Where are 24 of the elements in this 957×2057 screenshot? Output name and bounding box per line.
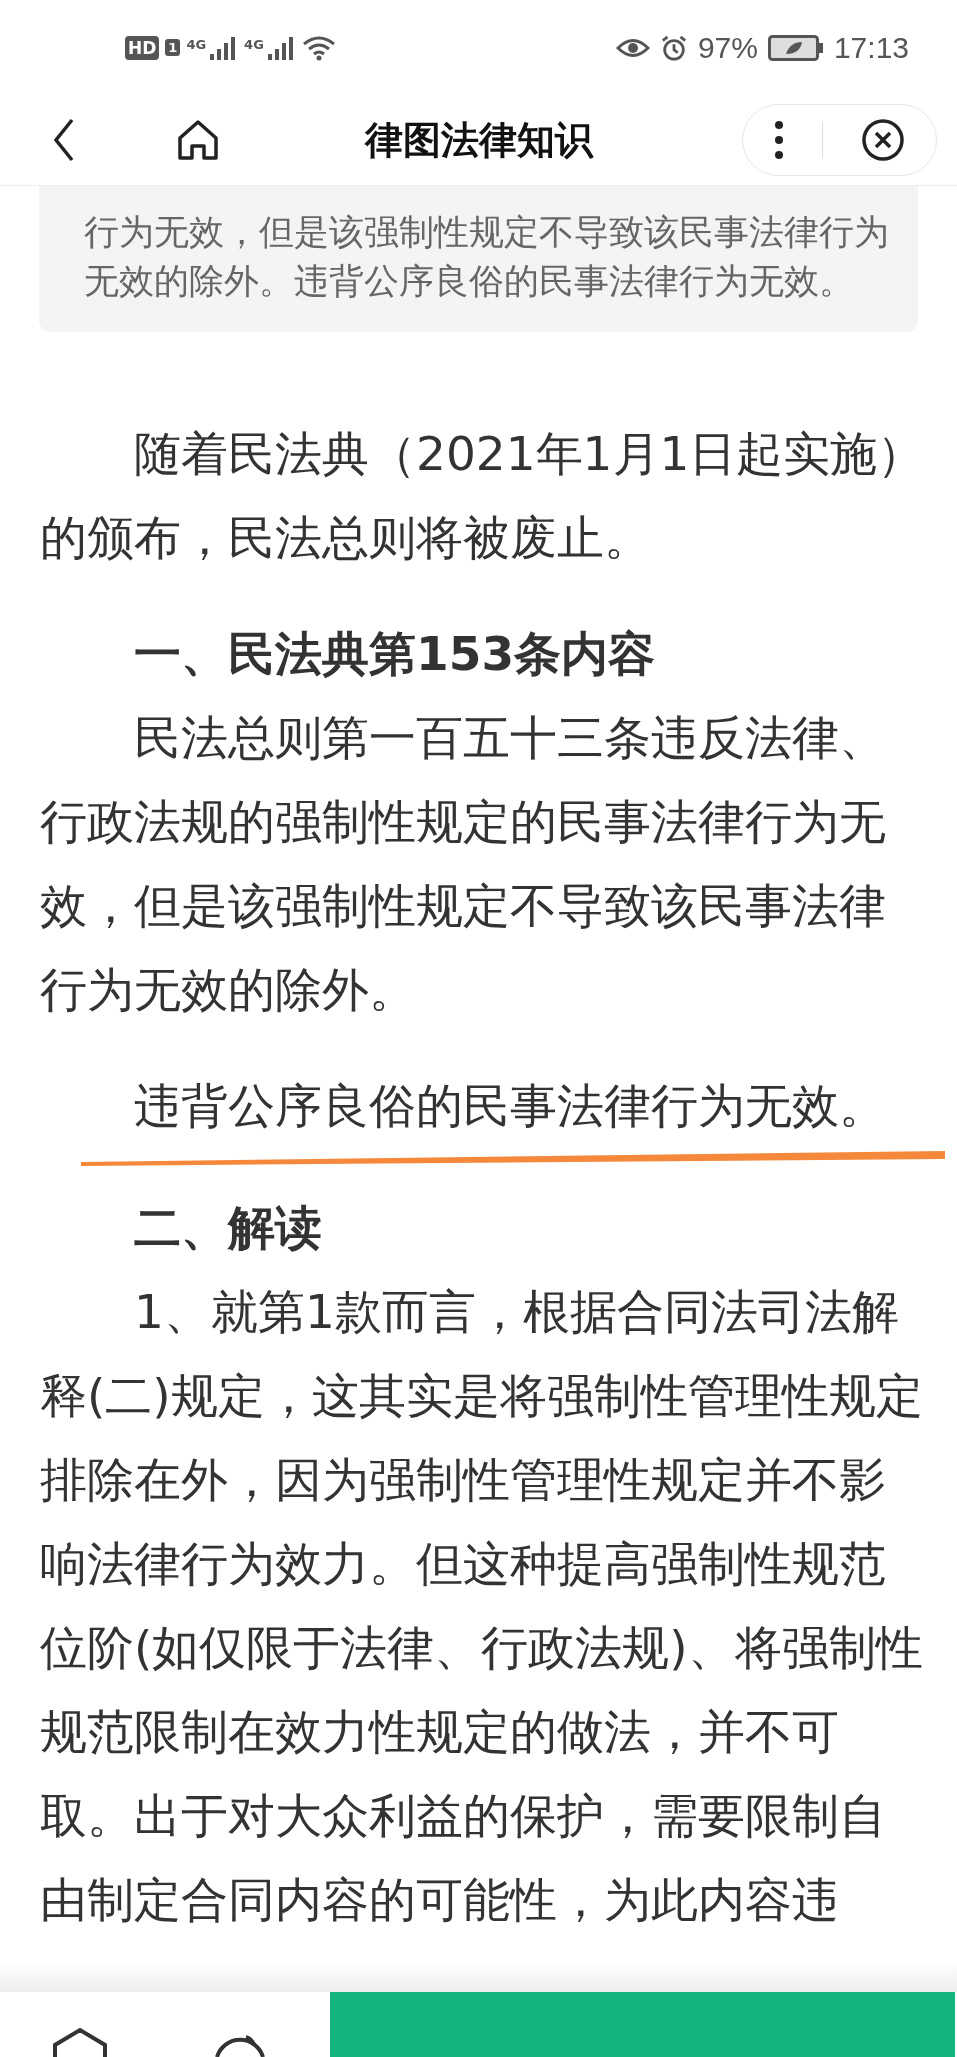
alarm-icon: [659, 33, 688, 62]
close-icon[interactable]: [861, 118, 905, 162]
home-icon[interactable]: [176, 118, 220, 162]
section-heading: 一、民法典第153条内容: [133, 625, 657, 683]
article-paragraph: 1、就第1款而言，根据合同法司法解释(二)规定，这其实是将强制性管理性规定排除在外，因为强制性管理性规定并不影响法律行为效力。但这种提高强制性规范位阶(如仅限于法律、行政法规)、将强制性规范限制在效力性规定的做法，并不可取。出于对大众利益的保护，需要限制自由制定合同内容的可能性，为此内容违: [40, 1283, 924, 1929]
section-heading: 二、解读: [133, 1199, 323, 1257]
battery-percent: 97%: [697, 30, 758, 65]
eye-icon: [615, 36, 650, 59]
summary-text: 行为无效，但是该强制性规定不导致该民事法律行为无效的除外。违背公序良俗的民事法律行为无效。: [84, 211, 890, 303]
network-label: 4G: [186, 36, 207, 52]
signal-icon: [265, 35, 296, 60]
article-paragraph: 随着民法典（2021年1月1日起实施）的颁布，民法总则将被废止。: [40, 425, 926, 567]
sim-badge: 1: [165, 39, 181, 56]
hd-badge: HD: [125, 35, 160, 60]
battery-icon: [767, 34, 824, 61]
home-icon[interactable]: [50, 2027, 110, 2057]
more-icon[interactable]: [774, 120, 784, 160]
page-title: 律图法律知识: [363, 116, 595, 164]
article-paragraph: 违背公序良俗的民事法律行为无效。: [133, 1077, 887, 1135]
wifi-icon: [301, 34, 336, 61]
clock-time: 17:13: [833, 30, 909, 65]
article-paragraph: 民法总则第一百五十三条违反法律、行政法规的强制性规定的民事法律行为无效，但是该强制性规定不导致该民事法律行为无效的除外。: [40, 709, 887, 1019]
network-label: 4G: [244, 36, 264, 52]
back-icon[interactable]: [52, 118, 76, 162]
